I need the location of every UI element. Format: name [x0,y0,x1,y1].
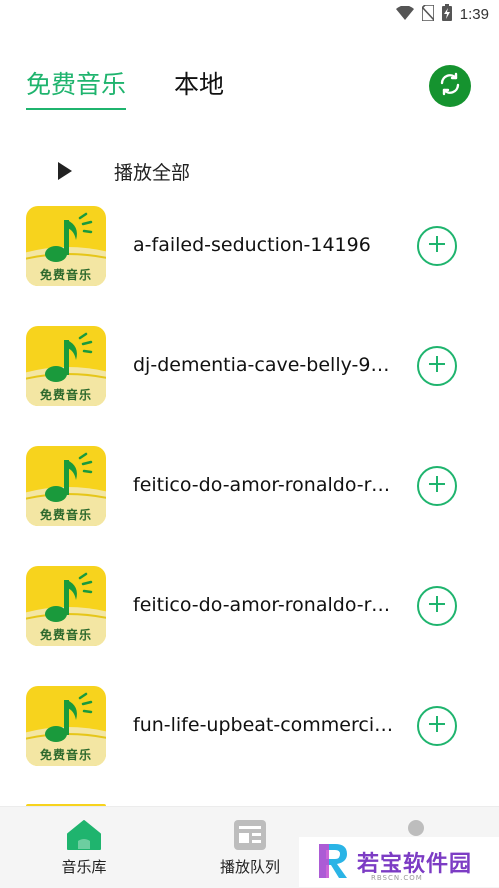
nav-play-queue[interactable]: 播放队列 [190,807,310,888]
active-tab-underline [26,108,127,110]
status-bar: 1:39 [0,0,499,28]
home-icon [66,819,102,855]
song-title: fun-life-upbeat-commerci… [133,714,394,736]
watermark-logo-icon [315,840,351,884]
play-icon [56,161,74,185]
play-all-row[interactable]: 播放全部 [0,152,499,192]
song-cover: 免费音乐 [26,686,106,766]
cover-text: 免费音乐 [39,628,92,642]
cover-text: 免费音乐 [39,748,92,762]
plus-icon [427,594,447,618]
cover-text: 免费音乐 [39,388,92,402]
battery-charging-icon [441,4,452,25]
music-note-icon [40,212,96,272]
song-title: feitico-do-amor-ronaldo-re… [133,594,395,616]
song-cover: 免费音乐 [26,446,106,526]
nav-music-library[interactable]: 音乐库 [24,807,144,888]
add-button[interactable] [417,346,457,386]
plus-icon [427,234,447,258]
tab-free-music[interactable]: 免费音乐 [26,68,127,110]
music-note-icon [40,692,96,752]
add-button[interactable] [417,226,457,266]
song-title: a-failed-seduction-14196 [133,234,371,256]
song-item[interactable]: 免费音乐 a-failed-seduction-14196 [0,206,499,288]
cover-text: 免费音乐 [39,508,92,522]
tab-local[interactable]: 本地 [174,68,224,102]
refresh-button[interactable] [429,65,471,107]
tab-free-music-label: 免费音乐 [26,70,127,99]
cover-text: 免费音乐 [39,268,92,282]
song-title: dj-dementia-cave-belly-95… [133,354,395,376]
song-item[interactable]: 免费音乐 feitico-do-amor-ronaldo-re… [0,446,499,528]
watermark-subtext: RBSCN.COM [371,874,423,882]
song-item[interactable]: 免费音乐 dj-dementia-cave-belly-95… [0,326,499,408]
plus-icon [427,474,447,498]
song-cover: 免费音乐 [26,326,106,406]
music-note-icon [40,452,96,512]
plus-icon [427,714,447,738]
tab-local-label: 本地 [174,70,225,99]
song-title: feitico-do-amor-ronaldo-re… [133,474,395,496]
wifi-icon [395,5,414,24]
no-sim-icon [420,3,435,25]
song-cover: 免费音乐 [26,206,106,286]
queue-icon [232,819,268,855]
music-note-icon [40,332,96,392]
header: 免费音乐 本地 [0,60,499,116]
watermark: 若宝软件园 RBSCN.COM [299,837,499,887]
add-button[interactable] [417,706,457,746]
plus-icon [427,354,447,378]
status-time: 1:39 [459,6,489,23]
song-item[interactable]: 免费音乐 fun-life-upbeat-commerci… [0,686,499,768]
song-cover: 免费音乐 [26,566,106,646]
nav-music-library-label: 音乐库 [61,858,107,876]
play-all-label: 播放全部 [114,162,191,184]
music-note-icon [40,572,96,632]
add-button[interactable] [417,466,457,506]
refresh-icon [438,72,462,100]
add-button[interactable] [417,586,457,626]
nav-play-queue-label: 播放队列 [219,858,280,876]
song-item[interactable]: 免费音乐 feitico-do-amor-ronaldo-re… [0,566,499,648]
